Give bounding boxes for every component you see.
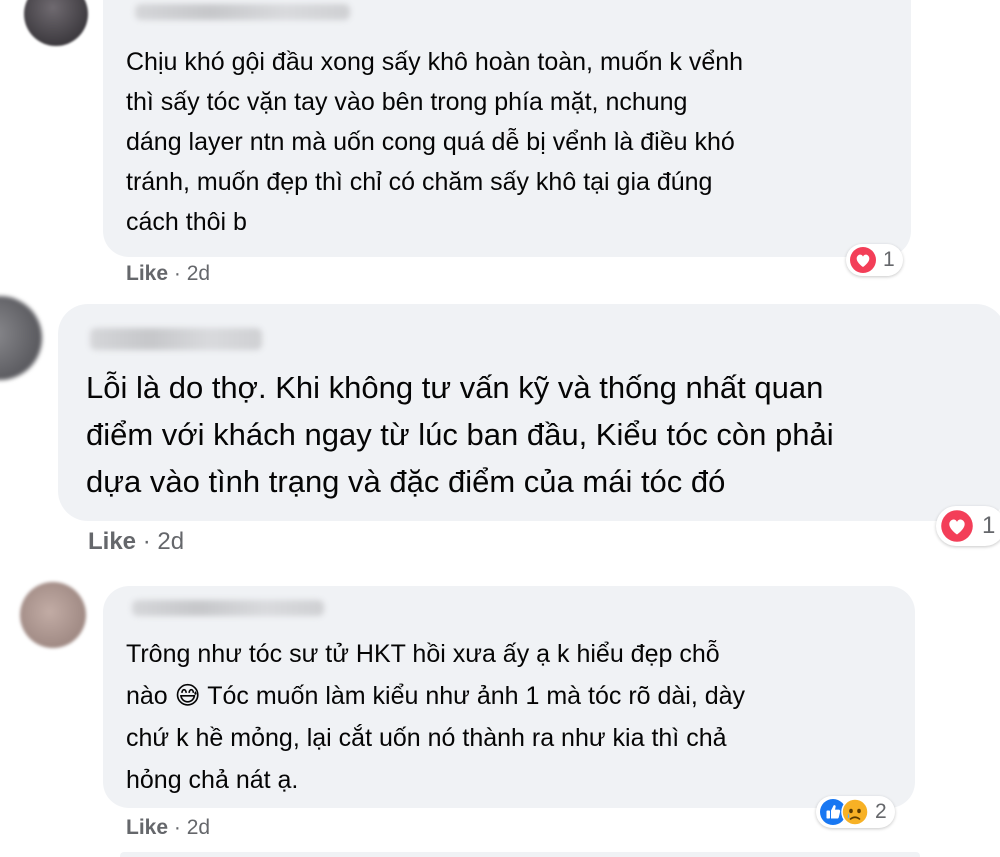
timestamp[interactable]: 2d xyxy=(157,528,184,555)
comment-line: nào 😅 Tóc muốn làm kiểu như ảnh 1 mà tóc… xyxy=(126,682,746,710)
comment-author[interactable] xyxy=(135,4,350,20)
avatar[interactable] xyxy=(24,0,88,46)
avatar[interactable] xyxy=(20,582,86,648)
comment-line: thì sấy tóc vặn tay vào bên trong phía m… xyxy=(126,88,688,116)
comment-bubble-next xyxy=(120,852,920,857)
timestamp[interactable]: 2d xyxy=(187,262,210,285)
comment-line: dựa vào tình trạng và đặc điểm của mái t… xyxy=(86,464,726,499)
reaction-count: 2 xyxy=(875,800,887,823)
comment-author[interactable] xyxy=(90,328,262,350)
comment-actions: Like · 2d xyxy=(126,816,210,840)
comment-text: Trông như tóc sư tử HKT hồi xưa ấy ạ k h… xyxy=(126,633,745,801)
avatar[interactable] xyxy=(0,296,42,380)
comment-line: điểm với khách ngay từ lúc ban đầu, Kiểu… xyxy=(86,417,834,452)
like-button[interactable]: Like xyxy=(88,528,136,555)
separator: · xyxy=(173,262,181,285)
comment-line: Lỗi là do thợ. Khi không tư vấn kỹ và th… xyxy=(86,370,824,405)
comment-author[interactable] xyxy=(132,600,324,616)
heart-icon xyxy=(849,246,877,274)
comment-line: tránh, muốn đẹp thì chỉ có chăm sấy khô … xyxy=(126,168,713,196)
reaction-summary[interactable]: 2 xyxy=(816,796,895,828)
comment-line: hỏng chả nát ạ. xyxy=(126,766,299,794)
comment-actions: Like · 2d xyxy=(126,262,210,286)
comment-line: Trông như tóc sư tử HKT hồi xưa ấy ạ k h… xyxy=(126,640,720,668)
separator: · xyxy=(173,816,181,839)
reaction-count: 1 xyxy=(883,248,895,271)
sad-icon xyxy=(841,798,869,826)
timestamp[interactable]: 2d xyxy=(187,816,210,839)
reaction-summary[interactable]: 1 xyxy=(936,506,1000,546)
comment-line: Chịu khó gội đầu xong sấy khô hoàn toàn,… xyxy=(126,48,744,76)
like-button[interactable]: Like xyxy=(126,816,168,839)
reaction-count: 1 xyxy=(982,512,996,539)
heart-icon xyxy=(940,509,974,543)
comment-text: Lỗi là do thợ. Khi không tư vấn kỹ và th… xyxy=(86,364,834,505)
comment-line: chứ k hề mỏng, lại cắt uốn nó thành ra n… xyxy=(126,724,727,752)
reaction-summary[interactable]: 1 xyxy=(846,244,903,276)
comment-line: dáng layer ntn mà uốn cong quá dễ bị vển… xyxy=(126,128,735,156)
comment-line: cách thôi b xyxy=(126,208,247,236)
separator: · xyxy=(142,528,151,555)
comment-text: Chịu khó gội đầu xong sấy khô hoàn toàn,… xyxy=(126,42,743,242)
comment-actions: Like · 2d xyxy=(88,528,184,556)
like-button[interactable]: Like xyxy=(126,262,168,285)
